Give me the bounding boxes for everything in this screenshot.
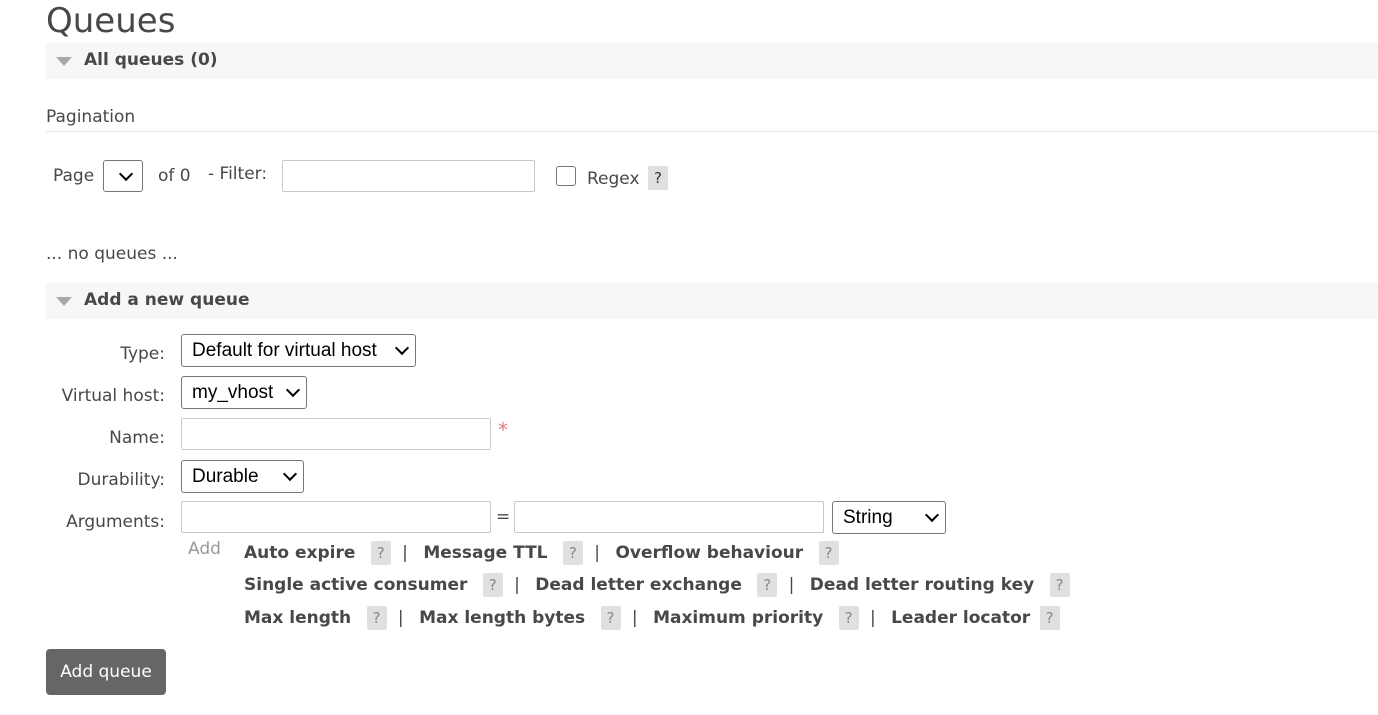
- message-ttl-help-icon[interactable]: ?: [562, 541, 583, 565]
- page-title: Queues: [46, 1, 176, 41]
- dead-letter-routing-key-help-icon[interactable]: ?: [1049, 573, 1070, 597]
- argument-equals: =: [496, 507, 511, 527]
- auto-expire-help-icon[interactable]: ?: [370, 541, 391, 565]
- argument-shortcuts-row-1: Auto expire ? | Message TTL ? | Overflow…: [244, 541, 839, 565]
- add-queue-button[interactable]: Add queue: [46, 649, 166, 695]
- durability-label: Durability:: [77, 470, 165, 490]
- separator: |: [788, 575, 795, 595]
- arg-message-ttl-link[interactable]: Message TTL: [423, 543, 547, 563]
- arguments-label: Arguments:: [66, 512, 165, 532]
- arg-max-length-link[interactable]: Max length: [244, 608, 351, 628]
- empty-queues-message: ... no queues ...: [46, 244, 178, 264]
- dead-letter-exchange-help-icon[interactable]: ?: [757, 573, 778, 597]
- arg-leader-locator-link[interactable]: Leader locator: [891, 608, 1030, 628]
- arg-auto-expire-link[interactable]: Auto expire: [244, 543, 355, 563]
- argument-shortcuts-row-3: Max length ? | Max length bytes ? | Maxi…: [244, 606, 1060, 630]
- page-label: Page: [53, 166, 95, 186]
- page-of-label: of 0: [158, 166, 191, 186]
- separator: |: [631, 608, 638, 628]
- argument-value-input[interactable]: [514, 501, 824, 533]
- arg-maximum-priority-link[interactable]: Maximum priority: [653, 608, 823, 628]
- overflow-behaviour-help-icon[interactable]: ?: [818, 541, 839, 565]
- collapse-triangle-icon: [56, 297, 72, 306]
- leader-locator-help-icon[interactable]: ?: [1039, 606, 1060, 630]
- all-queues-section-header[interactable]: All queues (0): [46, 43, 1378, 79]
- separator: |: [869, 608, 876, 628]
- filter-input[interactable]: [282, 160, 535, 192]
- durability-select-value: Durable: [181, 460, 304, 493]
- max-length-help-icon[interactable]: ?: [366, 606, 387, 630]
- type-label: Type:: [120, 344, 165, 364]
- type-select[interactable]: Default for virtual host: [181, 334, 416, 367]
- separator: |: [514, 575, 520, 595]
- arg-overflow-behaviour-link[interactable]: Overflow behaviour: [615, 543, 803, 563]
- argument-shortcuts-row-2: Single active consumer ? | Dead letter e…: [244, 573, 1070, 597]
- collapse-triangle-icon: [56, 57, 72, 66]
- arg-single-active-consumer-link[interactable]: Single active consumer: [244, 575, 467, 595]
- separator: |: [397, 608, 404, 628]
- all-queues-title: All queues (0): [84, 50, 218, 70]
- virtual-host-label: Virtual host:: [61, 386, 165, 406]
- add-queue-title: Add a new queue: [84, 290, 250, 310]
- required-asterisk: *: [498, 418, 508, 442]
- argument-type-select[interactable]: String: [832, 501, 946, 534]
- single-active-consumer-help-icon[interactable]: ?: [482, 573, 503, 597]
- pagination-divider: [46, 131, 1378, 132]
- add-queue-section-header[interactable]: Add a new queue: [46, 283, 1378, 319]
- queue-name-input[interactable]: [181, 418, 491, 450]
- type-select-value: Default for virtual host: [181, 334, 416, 367]
- regex-label: Regex: [587, 169, 640, 189]
- maximum-priority-help-icon[interactable]: ?: [838, 606, 859, 630]
- regex-help-icon[interactable]: ?: [648, 166, 668, 190]
- regex-checkbox[interactable]: [556, 166, 576, 186]
- max-length-bytes-help-icon[interactable]: ?: [600, 606, 621, 630]
- arg-dead-letter-routing-key-link[interactable]: Dead letter routing key: [810, 575, 1034, 595]
- arg-dead-letter-exchange-link[interactable]: Dead letter exchange: [535, 575, 742, 595]
- page-select-control[interactable]: [103, 160, 143, 192]
- arg-max-length-bytes-link[interactable]: Max length bytes: [419, 608, 585, 628]
- separator: |: [402, 543, 408, 563]
- filter-label: - Filter:: [208, 164, 268, 184]
- pagination-heading: Pagination: [46, 107, 136, 127]
- separator: |: [594, 543, 601, 563]
- argument-type-value: String: [832, 501, 946, 534]
- name-label: Name:: [109, 428, 165, 448]
- durability-select[interactable]: Durable: [181, 460, 304, 493]
- page-select[interactable]: [103, 160, 143, 192]
- virtual-host-select[interactable]: my_vhost: [181, 376, 307, 409]
- add-argument-link[interactable]: Add: [188, 539, 221, 559]
- virtual-host-select-value: my_vhost: [181, 376, 307, 409]
- argument-key-input[interactable]: [181, 501, 491, 533]
